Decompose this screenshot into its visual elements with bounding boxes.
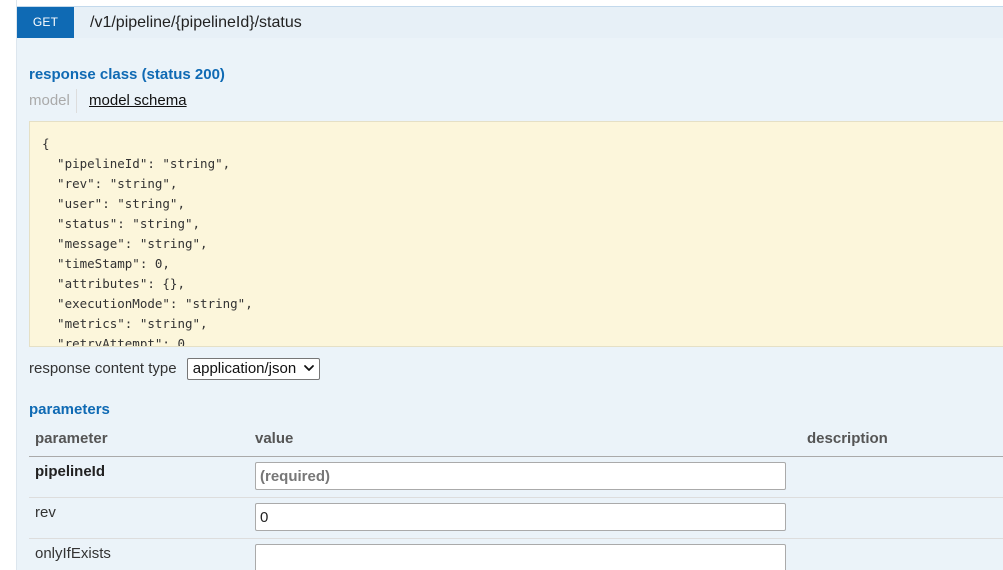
response-content-type-value: application/json — [192, 360, 297, 377]
response-content-type-row: response content type application/json — [29, 358, 321, 380]
tab-model[interactable]: model — [29, 89, 77, 113]
model-tabs: model model schema — [29, 89, 187, 113]
parameter-row-rev: rev — [29, 498, 1003, 539]
tab-model-schema[interactable]: model schema — [89, 89, 187, 113]
chevron-down-icon — [304, 365, 315, 371]
parameter-name: pipelineId — [35, 463, 106, 480]
parameters-title: parameters — [29, 401, 110, 418]
model-schema-code: { "pipelineId": "string", "rev": "string… — [42, 136, 253, 347]
operation-body: response class (status 200) model model … — [17, 38, 1003, 570]
operation-header[interactable]: GET /v1/pipeline/{pipelineId}/status — [17, 6, 1003, 39]
parameter-name: onlyIfExists — [35, 545, 111, 562]
rev-input[interactable] — [255, 503, 786, 531]
model-schema-box[interactable]: { "pipelineId": "string", "rev": "string… — [29, 121, 1003, 347]
operation-path[interactable]: /v1/pipeline/{pipelineId}/status — [90, 7, 302, 38]
parameters-table-header: parameter value description — [29, 422, 1003, 457]
onlyifexists-input[interactable] — [255, 544, 786, 570]
pipelineid-input[interactable] — [255, 462, 786, 490]
response-class-title: response class (status 200) — [29, 66, 225, 83]
column-header-value: value — [255, 430, 294, 447]
response-content-type-select[interactable]: application/json — [186, 358, 321, 380]
http-method-badge[interactable]: GET — [17, 7, 74, 38]
parameters-table: parameter value description pipelineId r… — [29, 422, 1003, 570]
parameter-name: rev — [35, 504, 56, 521]
response-content-type-label: response content type — [29, 360, 177, 377]
parameter-row-pipelineid: pipelineId — [29, 457, 1003, 498]
swagger-operation-page: GET /v1/pipeline/{pipelineId}/status res… — [0, 0, 1003, 570]
column-header-parameter: parameter — [35, 430, 108, 447]
column-header-description: description — [807, 430, 888, 447]
parameter-row-onlyifexists: onlyIfExists — [29, 539, 1003, 570]
